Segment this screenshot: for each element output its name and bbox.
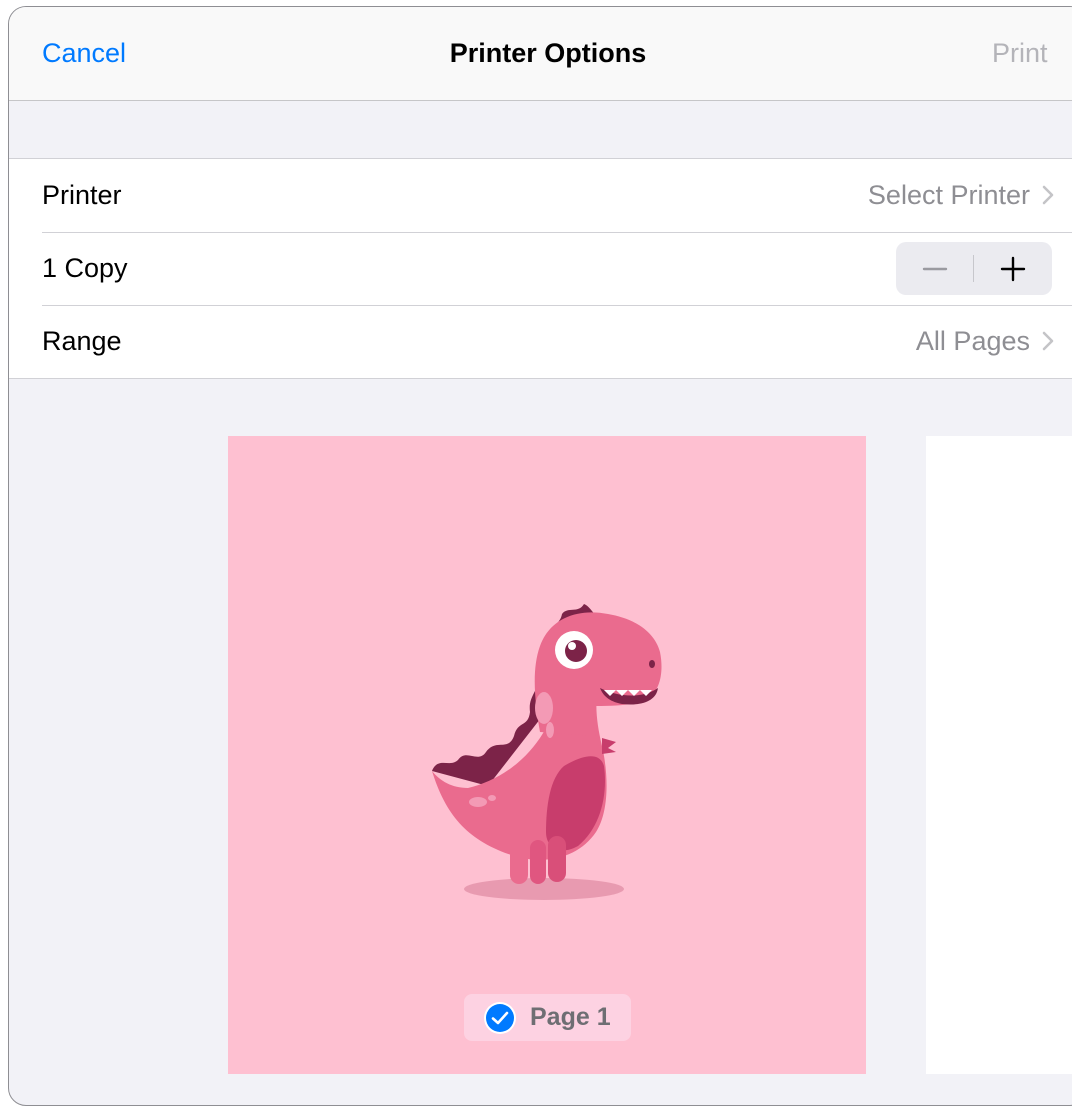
chevron-right-icon (1042, 331, 1054, 351)
printer-row[interactable]: Printer Select Printer (9, 159, 1072, 232)
decrement-button[interactable] (896, 242, 974, 295)
dinosaur-illustration (432, 604, 662, 900)
page-preview[interactable]: Page 1 (228, 436, 866, 1074)
print-button[interactable]: Print (992, 38, 1048, 69)
minus-icon (922, 267, 948, 270)
chevron-right-icon (1042, 185, 1054, 205)
print-settings-group: Printer Select Printer 1 Copy Range All … (9, 158, 1072, 379)
checkmark-circle-icon (484, 1002, 516, 1034)
printer-options-sheet: Cancel Printer Options Print Printer Sel… (8, 6, 1072, 1106)
printer-value: Select Printer (867, 180, 1030, 210)
printer-label: Printer (42, 180, 122, 210)
range-label: Range (42, 326, 122, 356)
copies-row: 1 Copy (9, 232, 1072, 305)
range-value: All Pages (915, 326, 1030, 356)
plus-icon (1000, 256, 1026, 281)
next-page-preview[interactable] (926, 436, 1072, 1074)
page-badge[interactable]: Page 1 (464, 994, 631, 1041)
page-label: Page 1 (530, 1003, 611, 1031)
page-title: Printer Options (449, 38, 647, 68)
copies-label: 1 Copy (42, 253, 128, 283)
navigation-bar: Cancel Printer Options Print (9, 7, 1072, 101)
increment-button[interactable] (974, 242, 1052, 295)
copies-stepper[interactable] (896, 242, 1052, 295)
range-row[interactable]: Range All Pages (9, 305, 1072, 378)
